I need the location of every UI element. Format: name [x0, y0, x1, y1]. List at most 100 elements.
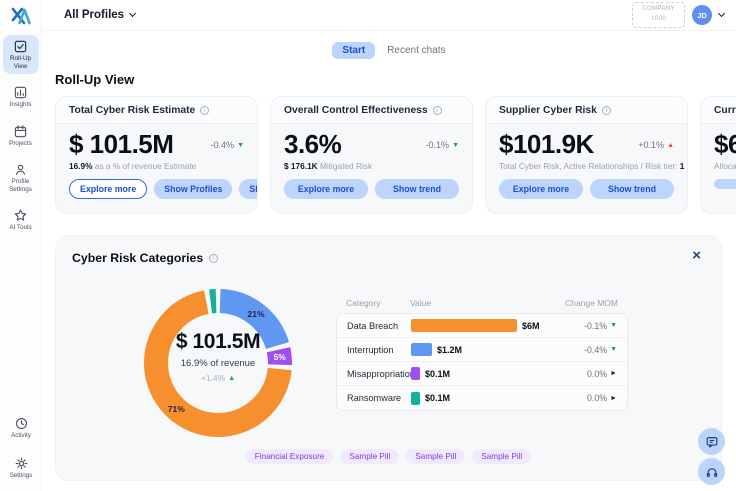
card-subtext: 16.9% as a % of revenue Estimate [69, 161, 244, 171]
card-clipped-right: Current $6 Allocat [700, 96, 736, 214]
account-chevron-down-icon[interactable] [718, 10, 725, 17]
category-table-header: Category Value Change MOM [336, 298, 628, 313]
category-value-bar [411, 319, 517, 332]
ai-tools-star-icon [13, 208, 28, 223]
change-direction-icon: ▼ [237, 142, 244, 149]
category-label: Interruption [347, 345, 411, 355]
category-value-bar [411, 343, 432, 356]
table-row-interruption: Interruption $1.2M -0.4% ▼ [337, 338, 627, 362]
sidebar-item-projects[interactable]: Projects [3, 120, 39, 151]
card-change: -0.1% ▼ [426, 140, 459, 150]
card-subtext: Total Cyber Risk, Active Relationships /… [499, 161, 674, 171]
sidebar-item-profile-settings[interactable]: Profile Settings [3, 158, 39, 197]
all-profiles-dropdown[interactable]: All Profiles [64, 9, 135, 21]
card-header: Supplier Cyber Risk [486, 97, 687, 124]
sidebar-item-label: Projects [9, 140, 32, 148]
activity-history-icon [14, 416, 29, 431]
sidebar-item-activity[interactable]: Activity [3, 412, 39, 443]
suggestion-pills: Financial Exposure Sample Pill Sample Pi… [56, 449, 721, 464]
company-credits-line2: 1000 [642, 15, 675, 25]
sidebar-item-label: Insights [10, 101, 32, 109]
user-avatar[interactable]: JD [692, 5, 712, 25]
category-table-body: Data Breach $6M -0.1% ▼ Interruption $1.… [336, 313, 628, 411]
page-title: Roll-Up View [55, 72, 736, 87]
change-direction-icon: ▼ [610, 322, 617, 329]
category-label: Ransomware [347, 393, 411, 403]
chatbot-icon [705, 435, 719, 449]
tab-start[interactable]: Start [332, 42, 375, 59]
sidebar-item-label: Settings [10, 472, 33, 480]
panel-title: Cyber Risk Categories [72, 251, 203, 265]
explore-more-button[interactable] [714, 179, 736, 189]
card-subtext: $ 176.1K Mitigated Risk [284, 161, 459, 171]
cyber-risk-categories-panel: Cyber Risk Categories × 21%5%71% $ 101.5… [55, 235, 722, 481]
category-change: -0.1% ▼ [584, 321, 617, 331]
company-credits-button[interactable]: COMPANY 1000 [632, 2, 685, 27]
change-direction-icon: ▲ [667, 142, 674, 149]
pill-sample-3[interactable]: Sample Pill [472, 449, 531, 464]
pill-financial-exposure[interactable]: Financial Exposure [246, 449, 334, 464]
tab-recent-chats[interactable]: Recent chats [387, 45, 445, 56]
explore-more-button[interactable]: Explore more [499, 179, 583, 199]
category-value: $0.1M [425, 393, 450, 403]
insights-icon [13, 85, 28, 100]
card-title: Overall Control Effectiveness [284, 105, 428, 116]
explore-more-button[interactable]: Explore more [284, 179, 368, 199]
info-icon[interactable] [209, 254, 218, 263]
show-trend-button[interactable]: Show trend [239, 179, 258, 199]
table-row-ransomware: Ransomware $0.1M 0.0% ► [337, 386, 627, 410]
info-icon[interactable] [602, 106, 611, 115]
pill-sample-2[interactable]: Sample Pill [406, 449, 465, 464]
show-trend-button[interactable]: Show trend [590, 179, 674, 199]
card-body: 3.6% -0.1% ▼ $ 176.1K Mitigated Risk [271, 124, 472, 171]
category-change: 0.0% ► [587, 393, 617, 403]
table-row-misappropriation: Misappropriation $0.1M 0.0% ► [337, 362, 627, 386]
card-header: Total Cyber Risk Estimate [56, 97, 257, 124]
show-profiles-button[interactable]: Show Profiles [154, 179, 232, 199]
card-subtext: Allocat [714, 161, 736, 171]
topbar-right-cluster: COMPANY 1000 JD [632, 2, 724, 27]
panel-header: Cyber Risk Categories [56, 236, 721, 265]
app-window: Roll-Up View Insights Projects Profile S… [0, 0, 736, 491]
card-total-cyber-risk: Total Cyber Risk Estimate $ 101.5M -0.4%… [55, 96, 258, 214]
rollup-view-icon [13, 39, 28, 54]
change-direction-icon: ► [610, 395, 617, 402]
sidebar-nav: Roll-Up View Insights Projects Profile S… [3, 35, 39, 235]
chat-tabs: Start Recent chats [42, 42, 736, 59]
card-title: Current [714, 105, 736, 116]
sidebar-item-ai-tools[interactable]: AI Tools [3, 204, 39, 235]
sidebar-bottom-nav: Activity Settings [0, 412, 42, 483]
category-value: $0.1M [425, 369, 450, 379]
change-direction-icon: ▼ [610, 346, 617, 353]
sidebar-item-label: AI Tools [9, 224, 31, 232]
donut-segment-label: 71% [168, 404, 185, 414]
change-value: -0.1% [426, 140, 450, 150]
chatbot-button[interactable] [698, 428, 725, 455]
pill-sample-1[interactable]: Sample Pill [340, 449, 399, 464]
card-title: Supplier Cyber Risk [499, 105, 597, 116]
card-change: +0.1% ▲ [638, 140, 674, 150]
support-button[interactable] [698, 458, 725, 485]
sidebar-item-insights[interactable]: Insights [3, 81, 39, 112]
info-icon[interactable] [200, 106, 209, 115]
avatar-initials: JD [697, 11, 707, 20]
card-supplier-cyber-risk: Supplier Cyber Risk $101.9K +0.1% ▲ Tota… [485, 96, 688, 214]
sidebar-item-label: Activity [11, 432, 31, 440]
donut-segment-label: 21% [247, 309, 264, 319]
category-value-bar [411, 367, 420, 380]
kpi-cards-row: Total Cyber Risk Estimate $ 101.5M -0.4%… [55, 96, 736, 214]
explore-more-button[interactable]: Explore more [69, 179, 147, 199]
card-change: -0.4% ▼ [211, 140, 244, 150]
info-icon[interactable] [433, 106, 442, 115]
close-icon[interactable]: × [692, 247, 701, 264]
card-value: $6 [714, 130, 736, 159]
category-value-bar [411, 392, 420, 405]
sidebar-item-settings[interactable]: Settings [3, 452, 39, 483]
card-header: Current [701, 97, 736, 124]
chevron-down-icon [129, 10, 136, 17]
column-header-change-mom: Change MOM [565, 298, 618, 308]
show-trend-button[interactable]: Show trend [375, 179, 459, 199]
sidebar-item-rollup-view[interactable]: Roll-Up View [3, 35, 39, 74]
card-body: $6 Allocat [701, 124, 736, 171]
sidebar-item-label: Profile Settings [9, 178, 32, 194]
